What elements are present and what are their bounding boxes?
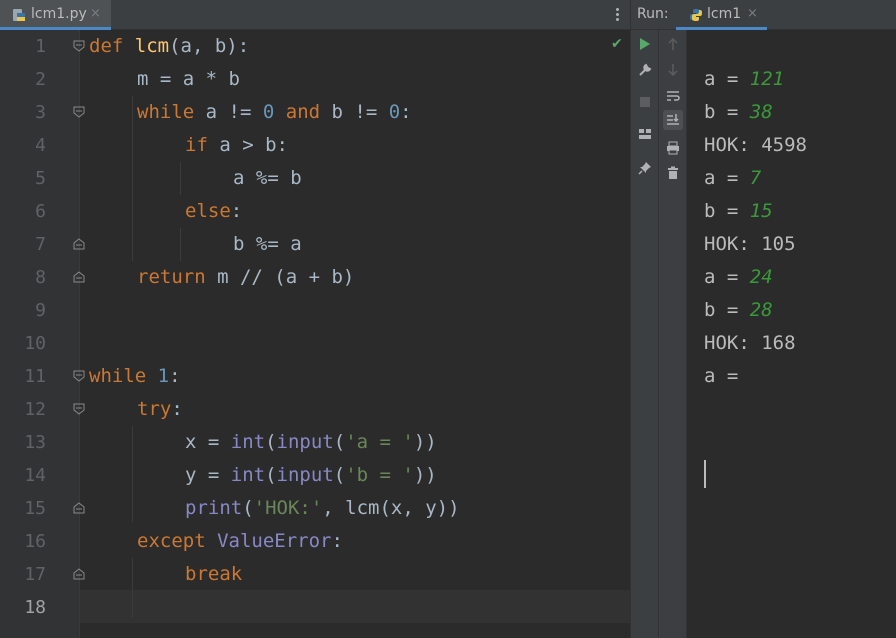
line-number: 5 [35, 168, 46, 189]
code-line-3: while a != 0 and b != 0: [137, 101, 412, 123]
line-number: 11 [24, 366, 46, 387]
line-number: 14 [24, 465, 46, 486]
line-number: 13 [24, 432, 46, 453]
console-line: b = 28 [704, 299, 773, 321]
line-number: 9 [35, 300, 46, 321]
code-editor[interactable]: lcm1.py × 1 2 3 4 5 6 7 8 9 10 11 12 13 … [0, 0, 630, 638]
console-line: a = 24 [704, 266, 773, 288]
python-file-icon [13, 9, 25, 21]
editor-tabbar: lcm1.py × [0, 0, 630, 30]
code-line-2: m = a * b [137, 68, 240, 90]
run-tabbar: Run: lcm1 × [631, 0, 896, 30]
line-number: 7 [35, 234, 46, 255]
console-line: a = [704, 365, 750, 387]
line-number: 17 [24, 564, 46, 585]
run-console-output[interactable]: a = 121 b = 38 НОК: 4598 a = 7 b = 15 НО… [687, 30, 896, 638]
console-line: НОК: 168 [704, 332, 796, 354]
layout-icon[interactable] [635, 124, 655, 144]
code-line-17: break [185, 563, 243, 585]
console-line: a = 121 [704, 68, 785, 90]
soft-wrap-icon[interactable] [663, 86, 683, 106]
code-area[interactable]: def lcm(a, b): m = a * b while a != 0 an… [80, 30, 630, 638]
tab-lcm1-py[interactable]: lcm1.py × [0, 0, 111, 30]
code-line-14: y = int(input('b = ')) [185, 464, 437, 486]
console-line: b = 38 [704, 101, 773, 123]
line-number: 12 [24, 399, 46, 420]
tab-label: lcm1.py [31, 6, 87, 22]
line-number: 3 [35, 102, 46, 123]
close-icon[interactable]: × [90, 6, 101, 21]
code-line-8: return m // (a + b) [137, 266, 355, 288]
code-line-7: b %= a [233, 233, 302, 255]
code-line-16: except ValueError: [137, 530, 343, 552]
run-panel: Run: lcm1 × a = 121 b = 38 НОК: 4598 a =… [631, 0, 896, 638]
console-line: НОК: 4598 [704, 134, 807, 156]
line-number: 10 [24, 333, 46, 354]
console-line: b = 15 [704, 200, 773, 222]
trash-icon[interactable] [663, 163, 683, 183]
text-caret [704, 460, 706, 488]
line-number: 8 [35, 267, 46, 288]
arrow-up-icon[interactable] [663, 34, 683, 54]
code-line-6: else: [185, 200, 243, 222]
code-line-4: if a > b: [185, 134, 288, 156]
code-line-12: try: [137, 398, 183, 420]
kebab-menu-icon[interactable] [609, 7, 625, 23]
run-toolbar-left [631, 30, 659, 638]
line-number: 6 [35, 201, 46, 222]
python-icon [690, 9, 702, 21]
code-line-11: while 1: [89, 365, 181, 387]
line-number: 4 [35, 135, 46, 156]
arrow-down-icon[interactable] [663, 60, 683, 80]
run-icon[interactable] [635, 34, 655, 54]
stop-icon[interactable] [635, 92, 655, 112]
close-icon[interactable]: × [747, 6, 758, 21]
wrench-icon[interactable] [635, 60, 655, 80]
run-toolbar-right [659, 30, 687, 638]
line-number: 2 [35, 69, 46, 90]
line-number: 15 [24, 498, 46, 519]
code-line-13: x = int(input('a = ')) [185, 431, 437, 453]
pin-icon[interactable] [635, 158, 655, 178]
code-line-15: print('НОК:', lcm(x, y)) [185, 497, 460, 519]
code-line-5: a %= b [233, 167, 302, 189]
code-line-1: def lcm(a, b): [89, 35, 250, 57]
line-number: 1 [35, 36, 46, 57]
scroll-to-end-icon[interactable] [663, 110, 683, 130]
run-tab-lcm1[interactable]: lcm1 × [676, 0, 767, 30]
console-line: a = 7 [704, 167, 762, 189]
line-number-current: 18 [24, 597, 46, 618]
print-icon[interactable] [663, 138, 683, 158]
line-number: 16 [24, 531, 46, 552]
console-line: НОК: 105 [704, 233, 796, 255]
run-label: Run: [637, 6, 669, 22]
run-tab-label: lcm1 [707, 6, 742, 22]
